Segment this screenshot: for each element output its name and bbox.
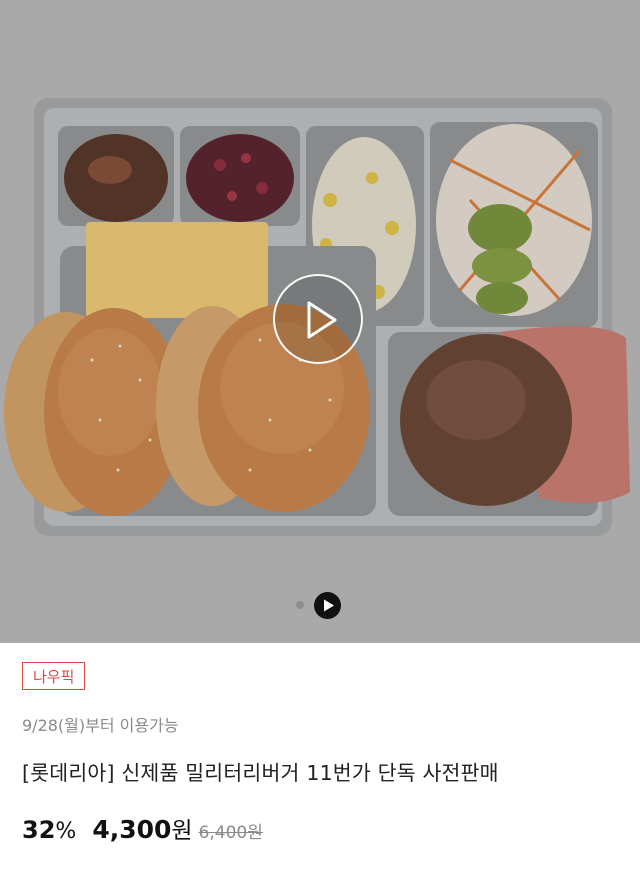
discount-rate: 32% [22,816,92,844]
availability-text: 9/28(월)부터 이용가능 [22,716,179,735]
discount-unit: % [55,819,77,844]
sale-price-number: 4,300 [92,815,172,844]
product-info: 나우픽 9/28(월)부터 이용가능 [롯데리아] 신제품 밀리터리버거 11번… [0,643,640,883]
price-row: 32% 4,300원 6,400원 [22,811,263,844]
sale-price-unit: 원 [171,818,193,844]
play-button[interactable] [273,274,363,364]
discount-number: 32 [22,816,56,844]
product-media[interactable] [0,0,640,643]
promo-badge: 나우픽 [22,662,86,690]
play-icon [307,301,337,339]
pager-dot[interactable] [296,601,304,609]
sale-price: 4,300원 [92,815,192,844]
pager-dot-video-active[interactable] [314,592,341,619]
original-price: 6,400원 [198,823,263,843]
play-icon [324,599,334,612]
carousel-pager [0,592,640,619]
product-title[interactable]: [롯데리아] 신제품 밀리터리버거 11번가 단독 사전판매 [22,756,499,786]
